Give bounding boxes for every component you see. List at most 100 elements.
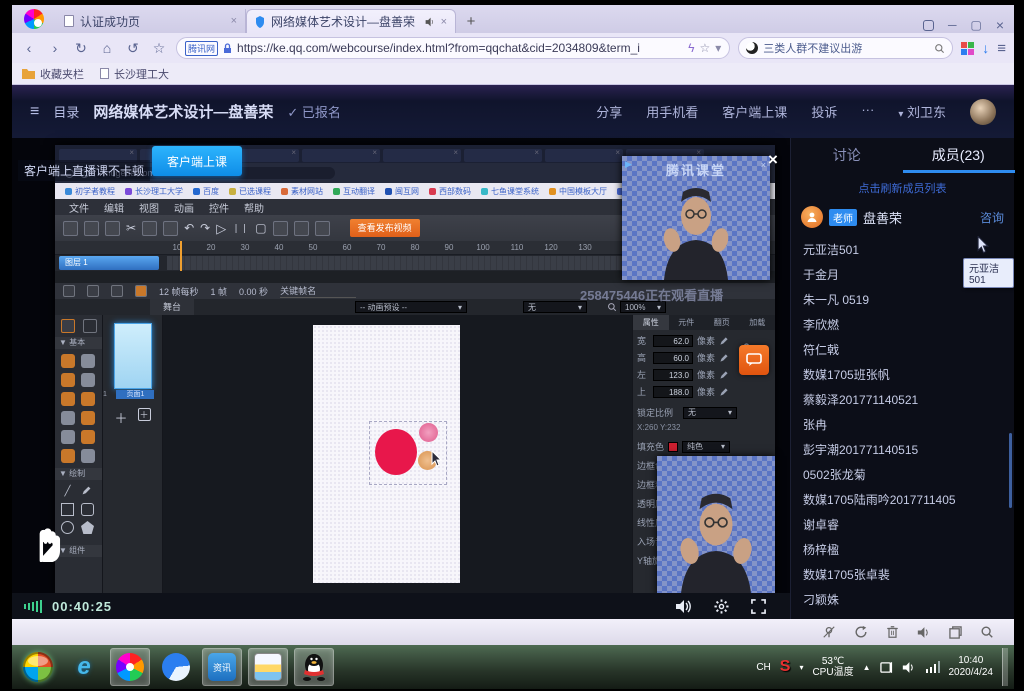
teacher-row[interactable]: 老师 盘善荣 咨询 — [791, 196, 1014, 234]
taskbar-news-app[interactable]: 资讯 — [202, 648, 242, 686]
refresh-members-link[interactable]: 点击刷新成员列表 — [791, 180, 1014, 196]
back-button[interactable]: ‹ — [20, 40, 38, 56]
consult-link[interactable]: 咨询 — [980, 209, 1004, 226]
header-action[interactable]: 客户端上课 — [722, 102, 787, 121]
chevron-down-icon[interactable]: ▾ — [715, 41, 721, 55]
settings-gear-icon[interactable] — [714, 599, 729, 614]
pin-icon[interactable] — [822, 625, 836, 639]
header-action[interactable]: 投诉 — [811, 102, 837, 121]
member-item[interactable]: 数媒1705张卓裴 — [803, 563, 1002, 588]
member-item[interactable]: 数媒1705班张帆 — [803, 363, 1002, 388]
member-item[interactable]: 张冉 — [803, 413, 1002, 438]
window-icon[interactable] — [949, 626, 962, 639]
flash-icon[interactable]: ϟ — [688, 41, 694, 55]
sogou-ime-icon[interactable]: S — [780, 658, 791, 676]
ime-tools-icon[interactable]: ▾ — [799, 663, 803, 672]
member-item[interactable]: 数媒1705陆雨吟2017711405 — [803, 488, 1002, 513]
bookmark-item[interactable]: 长沙理工大 — [100, 66, 169, 82]
member-item[interactable]: 符仁戟 — [803, 338, 1002, 363]
sound-icon[interactable] — [917, 626, 931, 639]
member-item[interactable]: 谢卓睿 — [803, 513, 1002, 538]
taskbar-ie[interactable]: e — [64, 648, 104, 686]
property-label: 左 — [637, 368, 649, 381]
sogou-logo — [12, 5, 56, 33]
tray-volume-icon[interactable] — [902, 661, 916, 674]
catalog-menu-icon[interactable]: ≡ — [30, 103, 39, 121]
tab-audio-icon[interactable] — [425, 17, 435, 27]
address-bar[interactable]: 腾讯网 https://ke.qq.com/webcourse/index.ht… — [176, 37, 730, 59]
member-item[interactable]: 0502张龙菊 — [803, 463, 1002, 488]
refresh-icon[interactable] — [854, 625, 868, 639]
home-button[interactable]: ⌂ — [98, 40, 116, 56]
favorite-button[interactable]: ☆ — [150, 40, 168, 57]
start-button[interactable] — [18, 648, 58, 686]
edit-pencil-icon — [719, 353, 729, 363]
member-item[interactable]: 李欣燃 — [803, 313, 1002, 338]
inner-bookmark: 已选课程 — [229, 186, 271, 197]
playhead — [180, 241, 182, 271]
history-button[interactable]: ↺ — [124, 40, 142, 57]
lang-indicator[interactable]: CH — [756, 662, 770, 673]
close-tab-icon[interactable]: × — [231, 15, 237, 27]
client-tooltip: 客户端上直播课不卡顿 — [18, 160, 150, 181]
taskbar-folder-app[interactable] — [248, 648, 288, 686]
browser-tab-2-active[interactable]: 网络媒体艺术设计—盘善荣 × — [246, 9, 456, 33]
tray-expand-icon[interactable]: ▲ — [863, 663, 871, 672]
search-icon[interactable] — [934, 43, 945, 54]
taskbar-browser2[interactable] — [156, 648, 196, 686]
fullscreen-icon[interactable] — [751, 599, 766, 614]
header-action[interactable]: ··· — [861, 102, 874, 121]
taskbar-sogou-active[interactable] — [110, 648, 150, 686]
search-icon[interactable] — [980, 625, 994, 639]
app-mode-icon[interactable] — [923, 20, 934, 31]
scrollbar[interactable] — [1009, 433, 1012, 508]
header-action[interactable]: 分享 — [596, 102, 622, 121]
bookmarks-folder[interactable]: 收藏夹栏 — [22, 66, 84, 82]
cam-watermark: 腾讯课堂 — [622, 160, 770, 179]
menu-icon[interactable]: ≡ — [997, 40, 1006, 57]
header-action[interactable]: 用手机看 — [646, 102, 698, 121]
new-tab-button[interactable]: + — [456, 9, 486, 33]
download-icon[interactable]: ↓ — [982, 40, 989, 56]
action-center-icon[interactable] — [880, 661, 893, 674]
member-item[interactable]: 蔡毅泽201771140521 — [803, 388, 1002, 413]
member-item[interactable]: 刁颖姝 — [803, 588, 1002, 613]
coords-readout: X:260 Y:232 — [637, 423, 680, 432]
close-tab-icon[interactable]: × — [441, 16, 447, 28]
tab-label: 认证成功页 — [80, 13, 225, 30]
bookmarks-bar: 收藏夹栏 长沙理工大 — [12, 63, 1014, 85]
user-menu[interactable]: ▾ 刘卫东 — [898, 102, 946, 121]
avatar[interactable] — [970, 99, 996, 125]
network-icon[interactable] — [925, 661, 940, 673]
taskbar-qq[interactable] — [294, 648, 334, 686]
maximize-button[interactable]: ▢ — [970, 18, 981, 32]
inner-bookmark: 西部数码 — [429, 186, 471, 197]
inner-bookmark: 素材网站 — [281, 186, 323, 197]
search-box[interactable]: 三类人群不建议出游 — [738, 37, 953, 59]
clock[interactable]: 10:402020/4/24 — [949, 655, 994, 679]
show-desktop-button[interactable] — [1002, 648, 1008, 686]
tab-members[interactable]: 成员(23) — [903, 145, 1015, 165]
member-item[interactable]: 彭宇潮201771140515 — [803, 438, 1002, 463]
tab-discussion[interactable]: 讨论 — [791, 145, 903, 165]
browser-tab-1[interactable]: 认证成功页 × — [56, 9, 246, 33]
component-palette: ▼ 基本 ▼ 绘制 ╱ — [55, 315, 103, 595]
live-stream-video[interactable]: mugeda.com 初学者教程长沙理工大学百度已选课程素材网站互动翻译闽互网西… — [12, 138, 790, 619]
catalog-label[interactable]: 目录 — [53, 102, 79, 121]
teacher-badge: 老师 — [829, 209, 857, 226]
client-class-button[interactable]: 客户端上课 — [152, 146, 242, 176]
teacher-webcam-bottom[interactable] — [657, 456, 775, 596]
member-item[interactable]: 朱一凡 0519 — [803, 288, 1002, 313]
star-icon[interactable]: ☆ — [699, 41, 710, 55]
apps-grid-icon[interactable] — [961, 42, 974, 55]
member-item[interactable]: 杨梓楹 — [803, 538, 1002, 563]
volume-icon[interactable] — [675, 599, 692, 614]
trash-icon[interactable] — [886, 625, 899, 639]
reload-button[interactable]: ↻ — [72, 40, 90, 57]
minimize-button[interactable]: ─ — [948, 18, 957, 32]
teacher-webcam-top[interactable]: ▶ 腾讯课堂 × — [622, 156, 770, 280]
close-window-button[interactable]: × — [996, 17, 1004, 33]
bookmarks-folder-label: 收藏夹栏 — [40, 66, 84, 82]
forward-button[interactable]: › — [46, 40, 64, 56]
close-overlay-icon[interactable]: × — [768, 150, 778, 170]
